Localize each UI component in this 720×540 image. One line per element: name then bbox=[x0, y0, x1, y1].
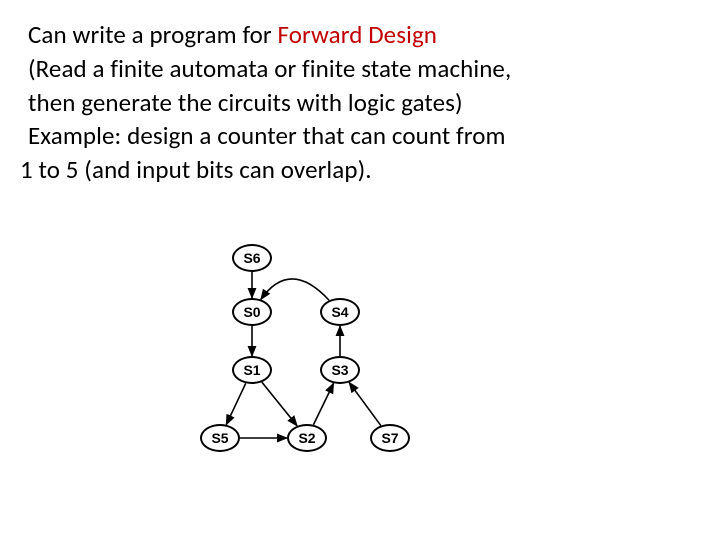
body-text: Can write a program for Forward Design (… bbox=[28, 18, 692, 187]
state-node-s6: S6 bbox=[232, 244, 272, 272]
edge-s2-s3 bbox=[313, 383, 333, 424]
state-node-s0: S0 bbox=[232, 298, 272, 326]
state-node-s3: S3 bbox=[320, 356, 360, 384]
state-node-s7: S7 bbox=[370, 424, 410, 452]
state-node-s2: S2 bbox=[287, 424, 327, 452]
state-node-s4: S4 bbox=[320, 298, 360, 326]
edge-s1-s5 bbox=[226, 383, 245, 424]
line-5: 1 to 5 (and input bits can overlap). bbox=[20, 153, 692, 187]
state-node-s1: S1 bbox=[232, 356, 272, 384]
line-1-plain: Can write a program for bbox=[28, 19, 278, 50]
forward-design-emphasis: Forward Design bbox=[278, 19, 438, 50]
slide: Can write a program for Forward Design (… bbox=[0, 0, 720, 540]
edge-s7-s3 bbox=[349, 382, 381, 425]
state-diagram: S6 S0 S4 S1 S3 S5 S2 S7 bbox=[180, 238, 450, 518]
line-1: Can write a program for Forward Design bbox=[28, 18, 692, 52]
state-node-s5: S5 bbox=[200, 424, 240, 452]
edge-s4-s0 bbox=[261, 279, 329, 300]
line-2: (Read a finite automata or finite state … bbox=[28, 52, 692, 86]
diagram-edges bbox=[180, 238, 450, 518]
line-3: then generate the circuits with logic ga… bbox=[28, 86, 692, 120]
line-4: Example: design a counter that can count… bbox=[28, 119, 692, 153]
edge-s1-s2 bbox=[262, 382, 297, 426]
